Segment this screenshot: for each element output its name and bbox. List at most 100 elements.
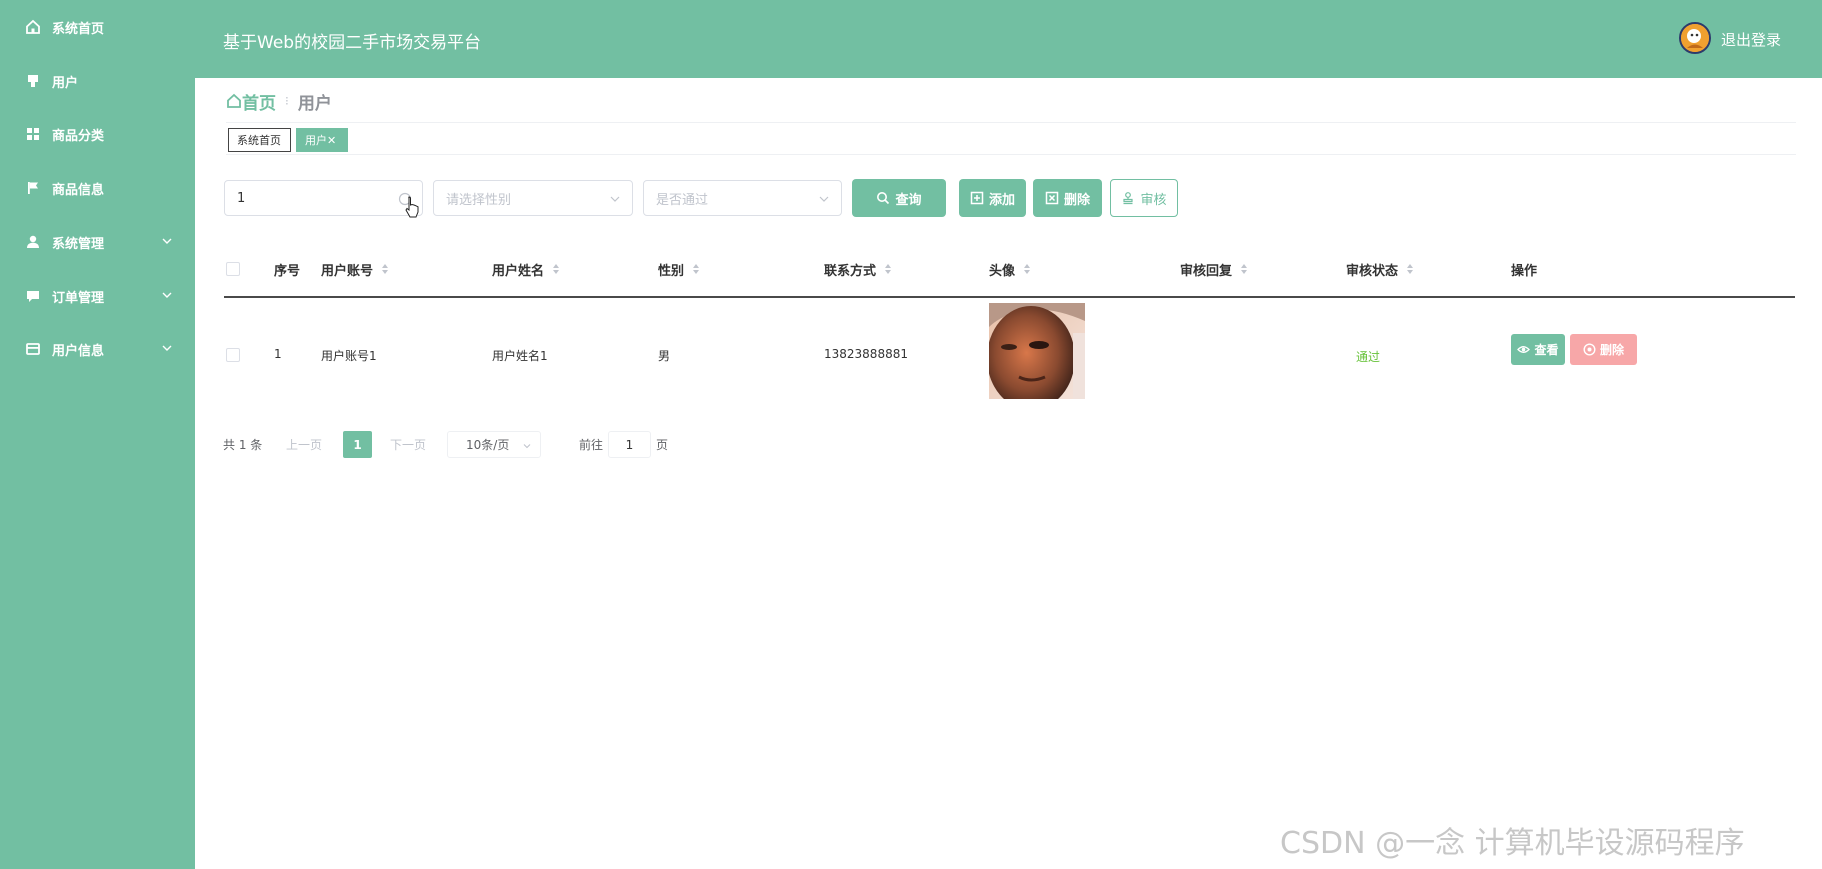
gender-placeholder: 请选择性别 xyxy=(446,192,512,208)
cell-phone: 13823888881 xyxy=(824,347,908,361)
audit-label: 审核 xyxy=(1140,192,1167,208)
home-icon xyxy=(227,93,241,108)
audit-button[interactable]: 审核 xyxy=(1110,179,1178,217)
sort-icon[interactable] xyxy=(1240,263,1248,275)
pagination-goto-input[interactable]: 1 xyxy=(608,431,651,458)
approved-placeholder: 是否通过 xyxy=(656,192,709,208)
chevron-down-icon xyxy=(522,440,532,450)
sidebar-item-label: 商品信息 xyxy=(52,182,105,198)
sidebar-item-userinfo[interactable]: 用户信息 xyxy=(0,329,195,369)
divider xyxy=(226,122,1796,123)
sidebar-item-category[interactable]: 商品分类 xyxy=(0,114,195,154)
col-gender[interactable]: 性别 xyxy=(658,261,700,279)
search-button[interactable]: 查询 xyxy=(852,179,946,217)
pagination-page-unit: 页 xyxy=(656,438,669,452)
sidebar-item-label: 系统首页 xyxy=(52,21,105,37)
cell-gender: 男 xyxy=(658,349,671,363)
select-all-checkbox[interactable] xyxy=(226,262,240,276)
tab-users[interactable]: 用户✕ xyxy=(296,128,348,152)
sidebar: 系统首页 用户 商品分类 商品信息 系统管理 订单管理 用户信息 xyxy=(0,0,195,869)
sort-icon[interactable] xyxy=(1023,263,1031,275)
search-icon xyxy=(876,191,890,205)
delete-label: 删除 xyxy=(1063,192,1090,208)
cell-index: 1 xyxy=(274,347,282,361)
chevron-down-icon xyxy=(161,289,173,301)
sort-icon[interactable] xyxy=(1406,263,1414,275)
sidebar-item-system[interactable]: 系统管理 xyxy=(0,222,195,262)
chevron-down-icon xyxy=(817,192,831,206)
sort-icon[interactable] xyxy=(552,263,560,275)
cell-name: 用户姓名1 xyxy=(492,349,548,363)
account-search-value: 1 xyxy=(237,190,246,206)
breadcrumb-separator: ⁝ xyxy=(285,94,289,108)
chevron-down-icon xyxy=(161,235,173,247)
flag-icon xyxy=(25,180,41,196)
row-checkbox[interactable] xyxy=(226,348,240,362)
sidebar-item-users[interactable]: 用户 xyxy=(0,61,195,101)
col-phone[interactable]: 联系方式 xyxy=(824,261,892,279)
batch-delete-button[interactable]: 删除 xyxy=(1033,179,1102,217)
close-square-icon xyxy=(1045,191,1059,205)
top-header: 基于Web的校园二手市场交易平台 退出登录 xyxy=(195,0,1822,78)
eye-icon xyxy=(1517,343,1531,356)
pointer-cursor-icon xyxy=(404,196,420,218)
search-label: 查询 xyxy=(895,192,922,208)
logout-button[interactable]: 退出登录 xyxy=(1721,29,1781,50)
sidebar-item-label: 系统管理 xyxy=(52,236,105,252)
sidebar-item-home[interactable]: 系统首页 xyxy=(0,7,195,47)
card-icon xyxy=(25,341,41,357)
delete-label: 删除 xyxy=(1599,343,1624,357)
watermark: CSDN @一念 计算机毕设源码程序 xyxy=(1280,826,1745,861)
breadcrumb: 首页 ⁝ 用户 xyxy=(226,89,332,114)
sidebar-item-orders[interactable]: 订单管理 xyxy=(0,276,195,316)
home-icon xyxy=(25,19,41,35)
col-account[interactable]: 用户账号 xyxy=(321,261,389,279)
gender-select[interactable]: 请选择性别 xyxy=(433,180,633,216)
row-delete-button[interactable]: 删除 xyxy=(1570,334,1637,365)
avatar[interactable] xyxy=(1679,22,1711,54)
col-status[interactable]: 审核状态 xyxy=(1346,261,1414,279)
chevron-down-icon xyxy=(161,342,173,354)
app-title: 基于Web的校园二手市场交易平台 xyxy=(223,33,482,53)
page-size-select[interactable]: 10条/页 xyxy=(447,431,541,458)
col-actions: 操作 xyxy=(1511,263,1538,279)
table-header-divider xyxy=(224,296,1795,298)
stamp-icon xyxy=(1121,191,1135,205)
page-size-value: 10条/页 xyxy=(466,438,510,452)
sort-icon[interactable] xyxy=(884,263,892,275)
person-icon xyxy=(25,234,41,250)
status-badge: 通过 xyxy=(1356,350,1381,364)
sort-icon[interactable] xyxy=(692,263,700,275)
col-avatar[interactable]: 头像 xyxy=(989,261,1031,279)
sort-icon[interactable] xyxy=(381,263,389,275)
approved-select[interactable]: 是否通过 xyxy=(643,180,842,216)
sidebar-item-goods[interactable]: 商品信息 xyxy=(0,168,195,208)
add-button[interactable]: 添加 xyxy=(959,179,1026,217)
breadcrumb-current: 用户 xyxy=(297,93,332,114)
tab-home[interactable]: 系统首页 xyxy=(228,128,291,152)
sidebar-item-label: 商品分类 xyxy=(52,128,105,144)
col-index: 序号 xyxy=(274,263,301,279)
pagination-page[interactable]: 1 xyxy=(343,431,372,458)
avatar-image[interactable] xyxy=(989,303,1085,399)
sidebar-item-label: 用户信息 xyxy=(52,343,105,359)
breadcrumb-home-label: 首页 xyxy=(242,93,276,114)
col-name[interactable]: 用户姓名 xyxy=(492,261,560,279)
chat-icon xyxy=(25,288,41,304)
breadcrumb-home[interactable]: 首页 xyxy=(226,89,276,114)
pagination-prev[interactable]: 上一页 xyxy=(286,436,322,453)
pagination-goto-label: 前往 xyxy=(579,438,604,452)
grid-icon xyxy=(25,126,41,142)
sidebar-item-label: 订单管理 xyxy=(52,290,105,306)
view-button[interactable]: 查看 xyxy=(1511,334,1565,365)
close-circle-icon xyxy=(1583,343,1596,356)
chevron-down-icon xyxy=(608,192,622,206)
account-search-input[interactable]: 1 xyxy=(224,180,423,216)
cell-account: 用户账号1 xyxy=(321,349,377,363)
add-label: 添加 xyxy=(988,192,1015,208)
plus-square-icon xyxy=(970,191,984,205)
col-reply[interactable]: 审核回复 xyxy=(1180,261,1248,279)
pagination-total: 共 1 条 xyxy=(223,438,263,452)
sidebar-item-label: 用户 xyxy=(52,75,79,91)
pagination-next[interactable]: 下一页 xyxy=(390,436,426,453)
